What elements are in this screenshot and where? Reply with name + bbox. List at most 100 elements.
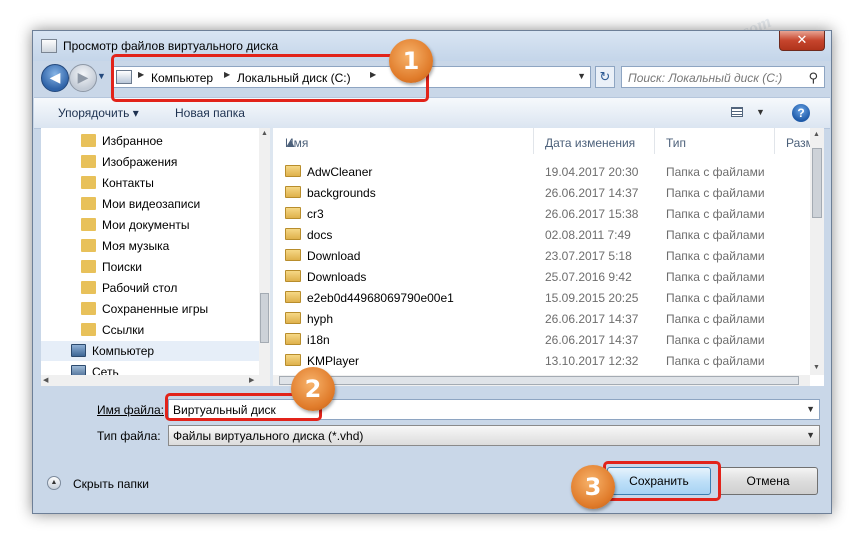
column-header-name[interactable]: Имя ▲ [273, 128, 534, 154]
address-dropdown-icon[interactable]: ▼ [577, 71, 586, 81]
file-list-horizontal-thumb[interactable] [279, 376, 799, 385]
search-input[interactable]: Поиск: Локальный диск (C:) ⚲ [621, 66, 825, 88]
view-options-dropdown-icon[interactable]: ▼ [756, 107, 765, 117]
folder-icon [81, 155, 96, 168]
folder-icon [285, 186, 301, 198]
column-label: Дата изменения [545, 136, 636, 150]
file-name: cr3 [307, 207, 324, 221]
arrow-left-icon: ◀ [49, 69, 61, 85]
file-date: 15.09.2015 20:25 [545, 291, 639, 305]
column-header-type[interactable]: Тип [654, 128, 775, 154]
sidebar-item-saved-games[interactable]: Сохраненные игры [41, 299, 259, 319]
file-name: hyph [307, 312, 334, 326]
forward-button[interactable]: ▶ [69, 64, 97, 92]
close-button[interactable]: ✕ [779, 31, 825, 51]
folder-icon [285, 312, 301, 324]
folder-icon [81, 260, 96, 273]
file-row[interactable]: docs 02.08.2011 7:49 Папка с файлами [273, 224, 813, 245]
refresh-button[interactable]: ↻ [595, 66, 615, 88]
view-mode-icon[interactable] [731, 107, 743, 117]
file-row[interactable]: cr3 26.06.2017 15:38 Папка с файлами [273, 203, 813, 224]
file-name: i18n [307, 333, 330, 347]
file-type: Папка с файлами [666, 165, 765, 179]
sidebar-item-label: Изображения [102, 155, 178, 169]
scroll-up-icon[interactable]: ▲ [813, 131, 820, 138]
sidebar-item-label: Мои видеозаписи [102, 197, 201, 211]
hide-folders-button[interactable]: ▲ Скрыть папки [47, 475, 167, 493]
search-icon[interactable]: ⚲ [808, 70, 818, 86]
file-date: 25.07.2016 9:42 [545, 270, 632, 284]
file-type: Папка с файлами [666, 291, 765, 305]
sidebar-horizontal-scrollbar[interactable]: ◀ ▶ [41, 375, 259, 386]
column-header-date[interactable]: Дата изменения [533, 128, 655, 154]
filetype-value: Файлы виртуального диска (*.vhd) [173, 429, 364, 443]
file-row[interactable]: i18n 26.06.2017 14:37 Папка с файлами [273, 329, 813, 350]
address-bar-highlight [111, 54, 429, 102]
file-name: backgrounds [307, 186, 376, 200]
arrow-right-icon: ▶ [77, 69, 89, 85]
sidebar-item-label: Компьютер [92, 344, 155, 358]
save-button-highlight [603, 461, 721, 501]
recent-pages-dropdown-icon[interactable]: ▼ [97, 71, 106, 81]
file-list-horizontal-scrollbar[interactable] [273, 375, 810, 386]
save-dialog: Просмотр файлов виртуального диска ✕ ◀ ▶… [32, 30, 832, 514]
file-list-scroll-thumb[interactable] [812, 148, 822, 218]
scroll-down-icon[interactable]: ▼ [813, 364, 820, 371]
sidebar-item-searches[interactable]: Поиски [41, 257, 259, 277]
sidebar-item-label: Поиски [102, 260, 142, 274]
file-name: Downloads [307, 270, 367, 284]
file-date: 02.08.2011 7:49 [545, 228, 631, 242]
new-folder-button[interactable]: Новая папка [175, 106, 245, 120]
sidebar-scroll-thumb[interactable] [260, 293, 269, 343]
sidebar-item-label: Избранное [102, 134, 163, 148]
folder-icon [81, 218, 96, 231]
file-date: 19.04.2017 20:30 [545, 165, 639, 179]
sidebar-item-documents[interactable]: Мои документы [41, 215, 259, 235]
file-date: 26.06.2017 14:37 [545, 333, 639, 347]
sidebar-item-computer[interactable]: Компьютер [41, 341, 259, 361]
file-row[interactable]: backgrounds 26.06.2017 14:37 Папка с фай… [273, 182, 813, 203]
scroll-right-icon[interactable]: ▶ [249, 376, 254, 384]
navigation-pane: Избранное Изображения Контакты Мои видео… [41, 128, 267, 386]
step-1-badge: 1 [389, 39, 433, 83]
file-row[interactable]: e2eb0d44968069790e00e1 15.09.2015 20:25 … [273, 287, 813, 308]
file-date: 23.07.2017 5:18 [545, 249, 632, 263]
file-date: 26.06.2017 15:38 [545, 207, 639, 221]
sidebar-item-desktop[interactable]: Рабочий стол [41, 278, 259, 298]
sidebar-item-pictures[interactable]: Изображения [41, 152, 259, 172]
file-type: Папка с файлами [666, 312, 765, 326]
chevron-down-icon[interactable]: ▼ [806, 404, 815, 414]
cancel-button[interactable]: Отмена [718, 467, 818, 495]
filetype-select[interactable]: Файлы виртуального диска (*.vhd) ▼ [168, 425, 820, 446]
file-row[interactable]: Downloads 25.07.2016 9:42 Папка с файлам… [273, 266, 813, 287]
sidebar-item-videos[interactable]: Мои видеозаписи [41, 194, 259, 214]
file-type: Папка с файлами [666, 207, 765, 221]
sort-ascending-icon: ▲ [285, 136, 297, 150]
sidebar-item-favorites[interactable]: Избранное [41, 131, 259, 151]
sidebar-item-label: Сохраненные игры [102, 302, 209, 316]
refresh-icon: ↻ [599, 69, 611, 84]
chevron-down-icon[interactable]: ▼ [806, 430, 815, 440]
help-icon[interactable]: ? [792, 104, 810, 122]
sidebar-item-links[interactable]: Ссылки [41, 320, 259, 340]
scroll-left-icon[interactable]: ◀ [43, 376, 48, 384]
sidebar-item-contacts[interactable]: Контакты [41, 173, 259, 193]
back-button[interactable]: ◀ [41, 64, 69, 92]
file-list-scrollbar[interactable]: ▲ ▼ [810, 128, 824, 375]
step-3-badge: 3 [571, 465, 615, 509]
file-row[interactable]: KMPlayer 13.10.2017 12:32 Папка с файлам… [273, 350, 813, 371]
organize-button[interactable]: Упорядочить ▾ [58, 106, 139, 120]
computer-icon [71, 344, 86, 357]
folder-icon [285, 333, 301, 345]
scroll-up-icon[interactable]: ▲ [261, 130, 268, 137]
file-row[interactable]: hyph 26.06.2017 14:37 Папка с файлами [273, 308, 813, 329]
file-row[interactable]: AdwCleaner 19.04.2017 20:30 Папка с файл… [273, 161, 813, 182]
folder-icon [81, 134, 96, 147]
file-name: Download [307, 249, 361, 263]
sidebar-scrollbar[interactable]: ▲ [259, 128, 270, 386]
filetype-label: Тип файла: [97, 429, 161, 443]
file-row[interactable]: Download 23.07.2017 5:18 Папка с файлами [273, 245, 813, 266]
sidebar-item-label: Ссылки [102, 323, 145, 337]
sidebar-item-music[interactable]: Моя музыка [41, 236, 259, 256]
file-type: Папка с файлами [666, 228, 765, 242]
